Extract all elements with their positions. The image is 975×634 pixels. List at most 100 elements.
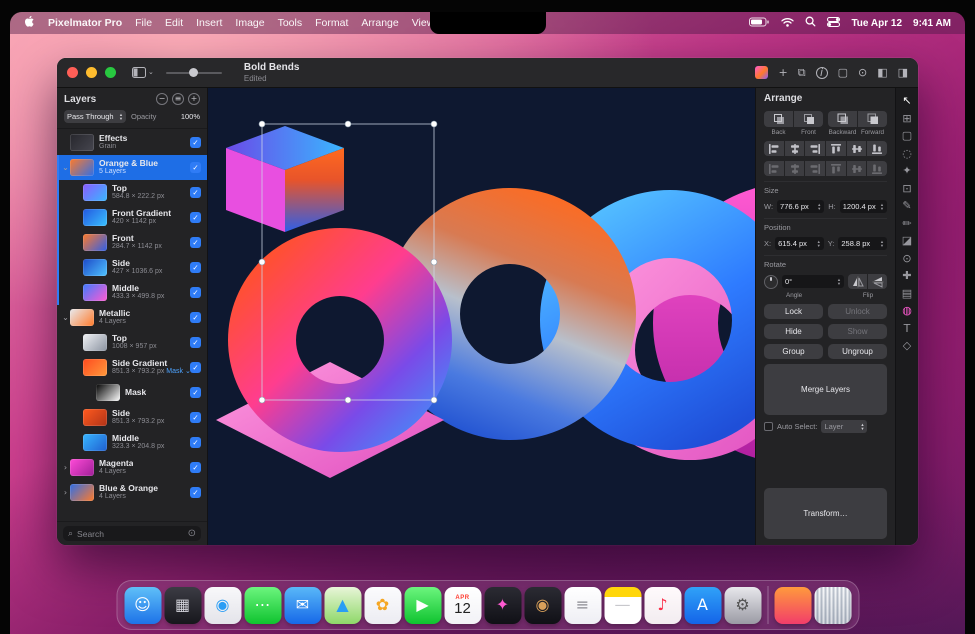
stepper-icon[interactable]: [817, 240, 821, 248]
menu-image[interactable]: Image: [235, 17, 264, 29]
close-button[interactable]: [67, 67, 78, 78]
dock-photos[interactable]: ✿: [364, 587, 401, 624]
layer-row-magenta[interactable]: ›Magenta4 Layers: [57, 455, 207, 480]
crop-tool[interactable]: ⊡: [902, 183, 911, 194]
distribute-bottom-button[interactable]: [867, 161, 887, 176]
dock-safari[interactable]: ◉: [204, 587, 241, 624]
layer-visibility-checkbox[interactable]: [190, 337, 201, 348]
flip-horizontal-button[interactable]: [848, 274, 867, 289]
y-field[interactable]: 258.8 px: [838, 237, 887, 250]
layer-visibility-checkbox[interactable]: [190, 437, 201, 448]
mask-link[interactable]: Mask ⌄: [164, 368, 190, 375]
dock-maps[interactable]: ▲: [324, 587, 361, 624]
height-field[interactable]: 1200.4 px: [840, 200, 887, 213]
selection-handle[interactable]: [431, 259, 437, 265]
distribute-middle-v-button[interactable]: [847, 161, 867, 176]
front-button[interactable]: [794, 111, 823, 127]
merge-layers-button[interactable]: Merge Layers: [764, 364, 887, 415]
layer-row-side-gradient[interactable]: Side Gradient851.3 × 793.2 px Mask ⌄: [57, 355, 207, 380]
rotate-knob[interactable]: [764, 275, 778, 289]
search-icon[interactable]: [805, 16, 816, 30]
group-button[interactable]: Group: [764, 344, 823, 359]
pointer-tool[interactable]: ↖: [902, 95, 911, 106]
align-left-button[interactable]: [764, 141, 784, 156]
back-button[interactable]: [764, 111, 793, 127]
wifi-icon[interactable]: [781, 17, 794, 30]
dock-system-settings[interactable]: ⚙: [724, 587, 761, 624]
layer-row-effects[interactable]: EffectsGrain: [57, 130, 207, 155]
backward-button[interactable]: [828, 111, 857, 127]
fullscreen-button[interactable]: [105, 67, 116, 78]
selection-handle[interactable]: [259, 121, 265, 127]
flip-vertical-button[interactable]: [868, 274, 887, 289]
forward-button[interactable]: [858, 111, 887, 127]
dock-music[interactable]: ♪: [644, 587, 681, 624]
menu-app-name[interactable]: Pixelmator Pro: [48, 17, 122, 29]
dock-finder[interactable]: ☺: [124, 587, 161, 624]
pencil-tool[interactable]: ✏: [902, 218, 911, 229]
distribute-center-h-button[interactable]: [785, 161, 805, 176]
menu-time[interactable]: 9:41 AM: [913, 18, 951, 29]
layer-visibility-checkbox[interactable]: [190, 162, 201, 173]
search-filter-icon[interactable]: ⊙: [188, 528, 196, 539]
align-center-h-button[interactable]: [785, 141, 805, 156]
clone-tool[interactable]: ⊙: [902, 253, 911, 264]
menu-edit[interactable]: Edit: [165, 17, 183, 29]
control-center-icon[interactable]: [827, 17, 840, 30]
minimize-button[interactable]: [86, 67, 97, 78]
marquee-select-tool[interactable]: ▢: [902, 130, 912, 141]
layer-row-orange-blue[interactable]: ⌄Orange & Blue5 Layers: [57, 155, 207, 180]
sidebar-toggle-button[interactable]: ⌄: [132, 67, 154, 78]
add-layer-button[interactable]: +: [188, 93, 200, 105]
unlock-button[interactable]: Unlock: [828, 304, 887, 319]
distribute-left-button[interactable]: [764, 161, 784, 176]
lasso-select-tool[interactable]: ◌: [902, 148, 912, 159]
layer-row-front[interactable]: Front284.7 × 1142 px: [57, 230, 207, 255]
dock-launchpad[interactable]: ▦: [164, 587, 201, 624]
menu-insert[interactable]: Insert: [196, 17, 222, 29]
stepper-icon[interactable]: [837, 278, 841, 286]
align-middle-v-button[interactable]: [847, 141, 867, 156]
stepper-icon[interactable]: [817, 203, 821, 211]
layer-options-button[interactable]: ≡: [172, 93, 184, 105]
layer-row-side[interactable]: Side427 × 1036.6 px: [57, 255, 207, 280]
shape-tool[interactable]: ◇: [903, 340, 911, 351]
layer-visibility-checkbox[interactable]: [190, 237, 201, 248]
layer-visibility-checkbox[interactable]: [190, 487, 201, 498]
crop-button[interactable]: ▢: [838, 66, 848, 79]
apple-menu-icon[interactable]: [24, 15, 35, 31]
chevron-right-icon[interactable]: ›: [61, 488, 70, 497]
gradient-tool[interactable]: ▤: [902, 288, 912, 299]
align-top-button[interactable]: [826, 141, 846, 156]
chevron-down-icon[interactable]: ⌄: [61, 163, 70, 172]
selection-handle[interactable]: [431, 397, 437, 403]
selection-handle[interactable]: [259, 397, 265, 403]
stepper-icon[interactable]: [880, 203, 884, 211]
auto-select-checkbox[interactable]: [764, 422, 773, 431]
search-input[interactable]: [77, 529, 157, 539]
dock-messages[interactable]: ⋯: [244, 587, 281, 624]
arrange-tool[interactable]: ⊞: [902, 113, 911, 124]
selection-handle[interactable]: [345, 121, 351, 127]
layer-row-middle[interactable]: Middle433.3 × 499.8 px: [57, 280, 207, 305]
dock-notes[interactable]: —: [604, 587, 641, 624]
color-fill-tool[interactable]: ◍: [902, 305, 912, 316]
layer-row-top[interactable]: Top584.8 × 222.2 px: [57, 180, 207, 205]
menu-arrange[interactable]: Arrange: [361, 17, 398, 29]
layer-visibility-checkbox[interactable]: [190, 387, 201, 398]
selection-handle[interactable]: [345, 397, 351, 403]
type-tool[interactable]: T: [904, 323, 911, 334]
layer-visibility-checkbox[interactable]: [190, 262, 201, 273]
remove-layer-button[interactable]: −: [156, 93, 168, 105]
layer-visibility-checkbox[interactable]: [190, 187, 201, 198]
canvas[interactable]: [208, 88, 755, 545]
auto-select-dropdown[interactable]: Layer: [821, 420, 867, 433]
eraser-tool[interactable]: ◪: [902, 235, 912, 246]
dock-trash[interactable]: [814, 587, 851, 624]
layer-visibility-checkbox[interactable]: [190, 287, 201, 298]
photo-browser-button[interactable]: ⧉: [798, 66, 806, 80]
menu-format[interactable]: Format: [315, 17, 348, 29]
menu-file[interactable]: File: [135, 17, 152, 29]
selection-handle[interactable]: [259, 259, 265, 265]
layers-search-field[interactable]: ⌕ ⊙: [63, 526, 201, 541]
